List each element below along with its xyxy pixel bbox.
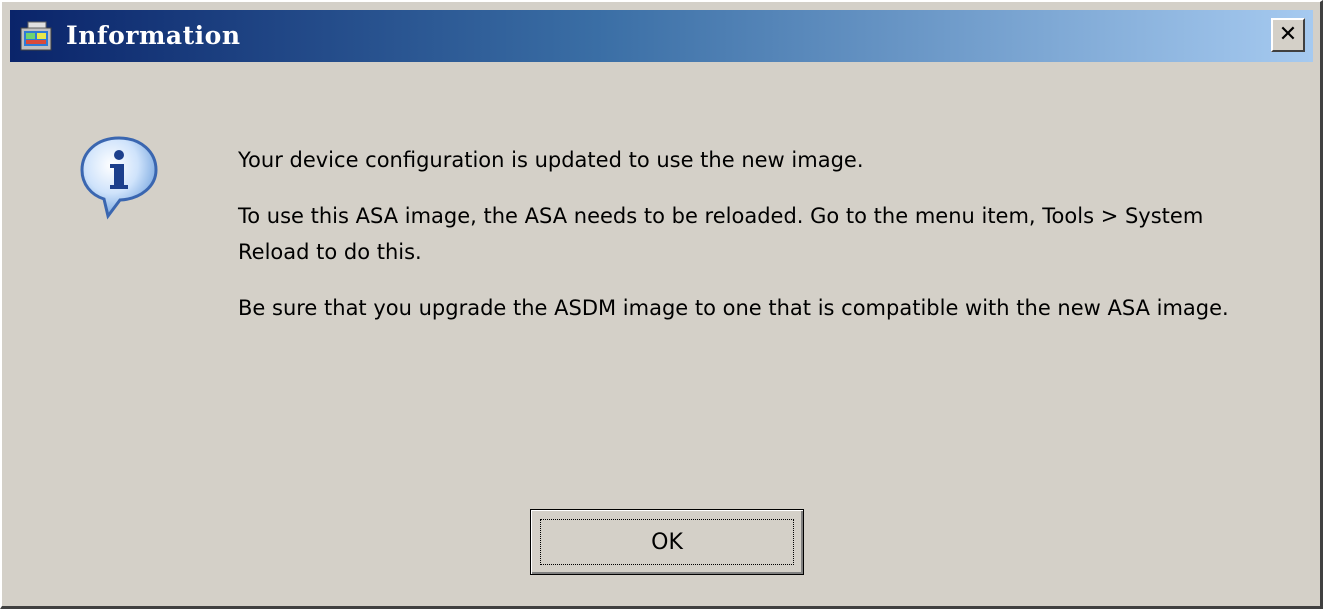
message-line-1: Your device configuration is updated to …	[238, 148, 864, 172]
close-button[interactable]: ✕	[1271, 18, 1305, 52]
information-dialog: Information ✕ Your device configuration …	[0, 0, 1323, 609]
window-title: Information	[66, 21, 241, 50]
message-line-2: To use this ASA image, the ASA needs to …	[238, 204, 1204, 264]
app-icon	[20, 20, 54, 52]
ok-button-label: OK	[540, 519, 794, 565]
message-body: Your device configuration is updated to …	[238, 142, 1248, 346]
close-icon: ✕	[1278, 22, 1298, 47]
title-bar[interactable]: Information ✕	[10, 10, 1313, 62]
message-line-3: Be sure that you upgrade the ASDM image …	[238, 296, 1229, 320]
info-icon	[74, 132, 164, 222]
ok-button[interactable]: OK	[530, 509, 804, 575]
